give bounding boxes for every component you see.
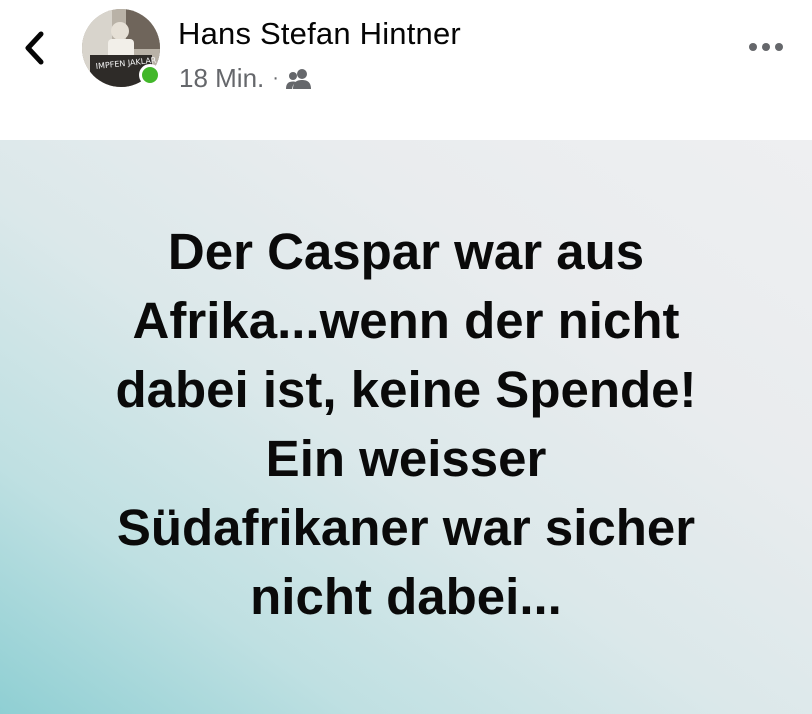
more-options-button[interactable] bbox=[742, 32, 790, 62]
more-horizontal-icon bbox=[749, 43, 783, 51]
timestamp[interactable]: 18 Min. bbox=[179, 63, 264, 94]
post-meta: 18 Min. · bbox=[179, 63, 313, 94]
back-button[interactable] bbox=[14, 26, 54, 70]
post-line: dabei ist, keine Spende! bbox=[115, 361, 697, 418]
post-header: IMPFEN JAKLAR Hans Stefan Hintner 18 Min… bbox=[0, 0, 812, 140]
post-background-card[interactable]: Der Caspar war aus Afrika...wenn der nic… bbox=[0, 140, 812, 714]
chevron-left-icon bbox=[25, 31, 44, 65]
author-name[interactable]: Hans Stefan Hintner bbox=[178, 16, 461, 52]
online-status-indicator bbox=[139, 64, 161, 86]
post-line: Afrika...wenn der nicht bbox=[132, 292, 680, 349]
post-line: Ein weisser bbox=[265, 430, 547, 487]
post-line: Der Caspar war aus bbox=[167, 223, 645, 280]
meta-separator: · bbox=[272, 67, 279, 89]
post-line: nicht dabei... bbox=[250, 568, 562, 625]
friends-icon[interactable] bbox=[285, 68, 313, 90]
post-line: Südafrikaner war sicher bbox=[116, 499, 696, 556]
post-text: Der Caspar war aus Afrika...wenn der nic… bbox=[26, 217, 786, 631]
